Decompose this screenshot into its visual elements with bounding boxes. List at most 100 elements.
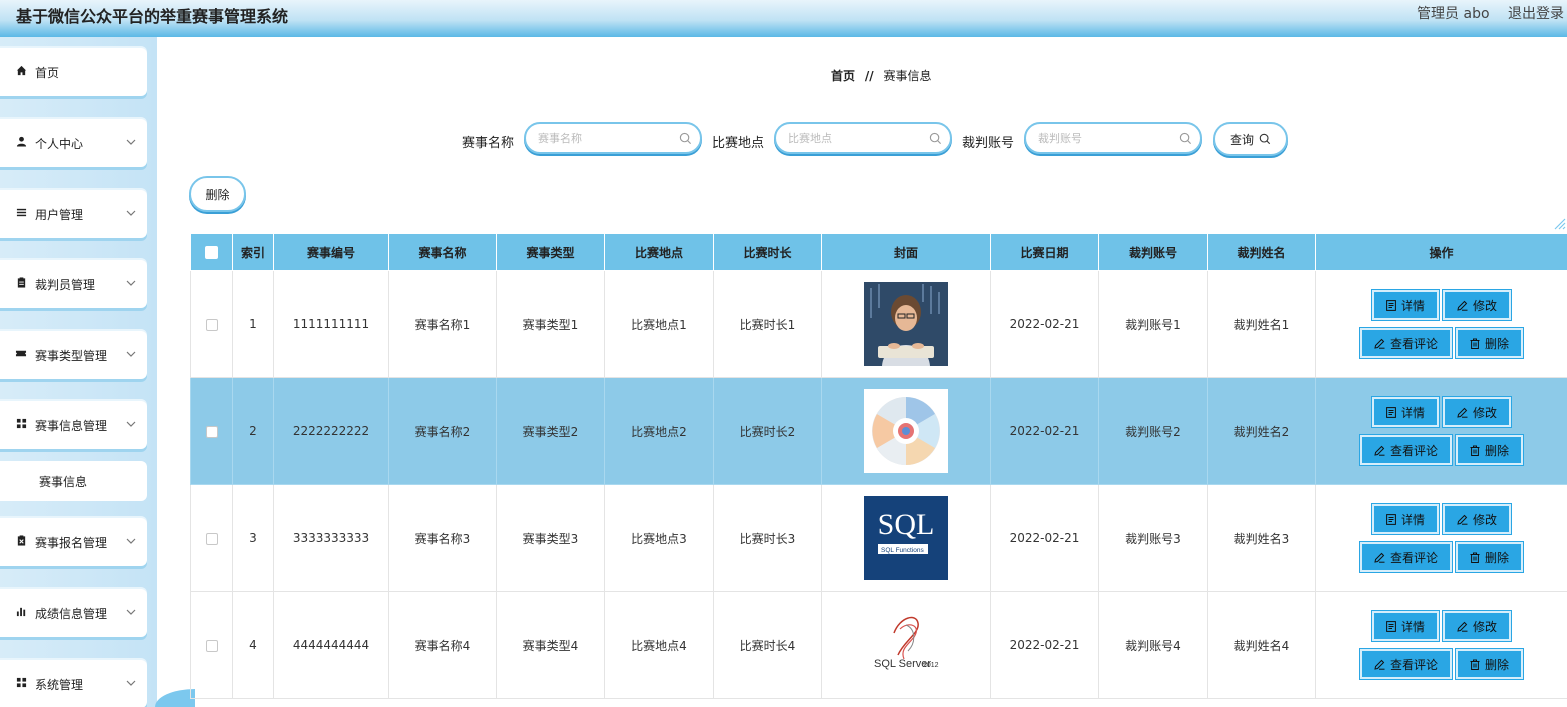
cover-image-java-wheel[interactable] [864,389,948,473]
cell-name: 赛事名称4 [388,591,497,699]
edit-label: 修改 [1473,298,1498,313]
cover-image-sqlserver[interactable]: SQL Server 2012 [864,603,948,687]
sidebar-subitem-event-info[interactable]: 赛事信息 [0,461,147,501]
judge-account-search-box [1024,122,1202,154]
table-row: 3 3333333333 赛事名称3 赛事类型3 比赛地点3 比赛时长3 SQL… [190,484,1567,592]
chevron-down-icon [126,351,136,357]
col-header: 赛事类型 [496,233,605,271]
view-comments-button[interactable]: 查看评论 [1361,437,1450,463]
detail-label: 详情 [1400,405,1425,420]
cell-date: 2022-02-21 [990,377,1099,485]
edit-button[interactable]: 修改 [1445,399,1510,425]
select-all-header [190,233,233,271]
edit-label: 修改 [1473,405,1498,420]
resize-handle-icon [1554,218,1566,230]
sidebar-item-system-management[interactable]: 系统管理 [0,660,147,707]
place-input[interactable] [786,131,930,146]
logout-link[interactable]: 退出登录 [1508,6,1564,22]
sidebar-item-label: 系统管理 [35,677,84,692]
col-header: 比赛时长 [713,233,822,271]
cell-type: 赛事类型1 [496,270,605,378]
sidebar-item-label: 成绩信息管理 [35,606,108,621]
col-header: 比赛日期 [990,233,1099,271]
chevron-down-icon [126,538,136,544]
edit-button[interactable]: 修改 [1445,292,1510,318]
cell-judge-account: 裁判账号4 [1098,591,1208,699]
table-row: 4 4444444444 赛事名称4 赛事类型4 比赛地点4 比赛时长4 SQL… [190,591,1567,699]
cell-ops: 详情 修改 查看评论 删除 [1315,377,1567,485]
grid-icon [15,418,27,432]
row-actions: 详情 修改 查看评论 删除 [1316,399,1567,463]
view-comments-label: 查看评论 [1389,443,1438,458]
col-header: 操作 [1315,233,1567,271]
batch-delete-button[interactable]: 删除 [189,176,246,212]
cell-judge-account: 裁判账号1 [1098,270,1208,378]
sidebar-item-label: 赛事类型管理 [35,348,108,363]
cell-ops: 详情 修改 查看评论 删除 [1315,591,1567,699]
cell-name: 赛事名称3 [388,484,497,592]
col-header: 裁判姓名 [1207,233,1316,271]
edit-button[interactable]: 修改 [1445,613,1510,639]
chevron-down-icon [126,609,136,615]
row-checkbox[interactable] [205,532,218,545]
cover-image-boy-keyboard[interactable] [864,282,948,366]
delete-button[interactable]: 删除 [1458,330,1522,356]
sidebar-item-user-management[interactable]: 用户管理 [0,190,147,238]
detail-button[interactable]: 详情 [1373,399,1437,425]
cover-image-sql[interactable]: SQL SQL Functions [864,496,948,580]
detail-label: 详情 [1400,298,1425,313]
cell-place: 比赛地点4 [604,591,714,699]
sidebar-item-label: 赛事信息管理 [35,418,108,433]
detail-button[interactable]: 详情 [1373,613,1437,639]
view-comments-button[interactable]: 查看评论 [1361,544,1450,570]
row-actions: 详情 修改 查看评论 删除 [1316,613,1567,677]
pencil-icon [1374,659,1385,670]
action-row: 查看评论 删除 [1361,544,1522,570]
cell-duration: 比赛时长2 [713,377,822,485]
row-checkbox[interactable] [205,318,218,331]
search-icon [1179,132,1192,145]
row-actions: 详情 修改 查看评论 删除 [1316,292,1567,356]
detail-button[interactable]: 详情 [1373,506,1437,532]
row-checkbox[interactable] [205,639,218,652]
search-icon [1259,133,1271,145]
view-comments-button[interactable]: 查看评论 [1361,330,1450,356]
row-checkbox[interactable] [205,425,218,438]
delete-button[interactable]: 删除 [1458,651,1522,677]
col-header: 索引 [232,233,274,271]
select-all-checkbox[interactable] [205,246,218,259]
cell-duration: 比赛时长4 [713,591,822,699]
event-name-input[interactable] [536,131,680,146]
breadcrumb-home[interactable]: 首页 [831,69,855,83]
delete-button[interactable]: 删除 [1458,437,1522,463]
bar-chart-icon [15,606,27,620]
search-icon [929,132,942,145]
sidebar-item-event-info-management[interactable]: 赛事信息管理 [0,401,147,449]
edit-button[interactable]: 修改 [1445,506,1510,532]
breadcrumb-separator: // [864,69,874,83]
sidebar-item-judge-management[interactable]: 裁判员管理 [0,260,147,308]
col-header: 裁判账号 [1098,233,1208,271]
ticket-icon [15,348,27,362]
view-comments-label: 查看评论 [1389,657,1438,672]
sidebar-item-home[interactable]: 首页 [0,48,147,96]
sidebar-item-score-management[interactable]: 成绩信息管理 [0,589,147,637]
query-button[interactable]: 查询 [1213,122,1288,156]
sidebar: 首页 个人中心 用户管理 裁判员管理 赛事类型管理 赛事信息管理 赛事信息 赛事… [0,37,157,707]
grid-icon [15,677,27,691]
delete-button[interactable]: 删除 [1458,544,1522,570]
pencil-icon [1457,621,1468,632]
table-header-row: 索引 赛事编号 赛事名称 赛事类型 比赛地点 比赛时长 封面 比赛日期 裁判账号… [190,233,1567,271]
cell-place: 比赛地点1 [604,270,714,378]
judge-account-input[interactable] [1036,131,1180,146]
detail-button[interactable]: 详情 [1373,292,1437,318]
cell-cover: SQL SQL Functions [821,484,991,592]
cell-duration: 比赛时长3 [713,484,822,592]
delete-label: 删除 [1485,550,1510,565]
view-comments-button[interactable]: 查看评论 [1361,651,1450,677]
cell-type: 赛事类型4 [496,591,605,699]
sidebar-item-event-type-management[interactable]: 赛事类型管理 [0,331,147,379]
col-header: 封面 [821,233,991,271]
sidebar-item-personal-center[interactable]: 个人中心 [0,119,147,167]
sidebar-item-registration-management[interactable]: 赛事报名管理 [0,518,147,566]
